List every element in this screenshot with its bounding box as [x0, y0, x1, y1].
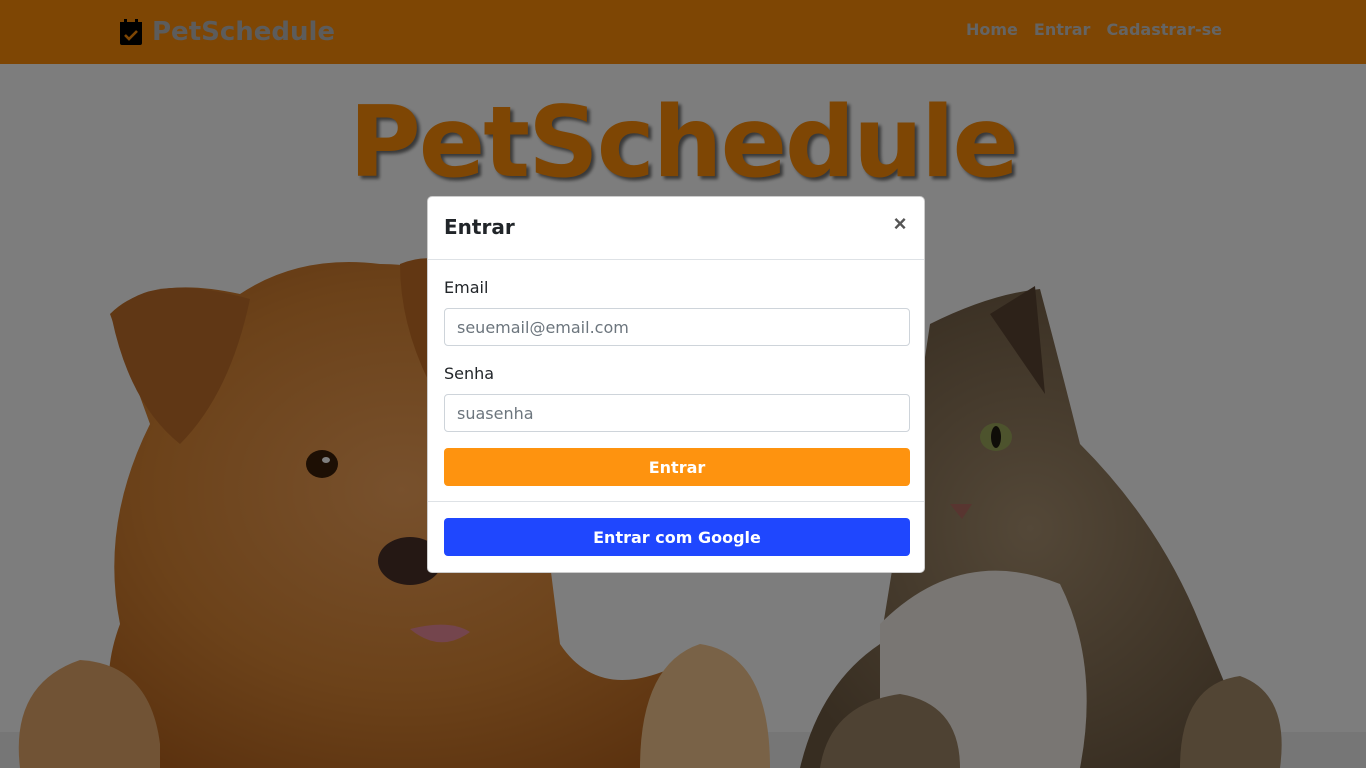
- google-login-button[interactable]: Entrar com Google: [444, 518, 910, 556]
- close-icon[interactable]: ×: [890, 211, 910, 237]
- login-modal: Entrar × Email Senha Entrar Entrar com G…: [427, 196, 925, 573]
- page: PetSchedule Home Entrar Cadastrar-se: [0, 0, 1366, 768]
- email-field[interactable]: [444, 308, 910, 346]
- password-field[interactable]: [444, 394, 910, 432]
- email-label: Email: [444, 278, 489, 297]
- modal-footer: Entrar com Google: [428, 502, 924, 572]
- modal-header: Entrar ×: [428, 197, 924, 260]
- modal-title: Entrar: [444, 215, 515, 239]
- password-label: Senha: [444, 364, 495, 383]
- modal-body: Email Senha Entrar: [428, 260, 924, 502]
- login-button[interactable]: Entrar: [444, 448, 910, 486]
